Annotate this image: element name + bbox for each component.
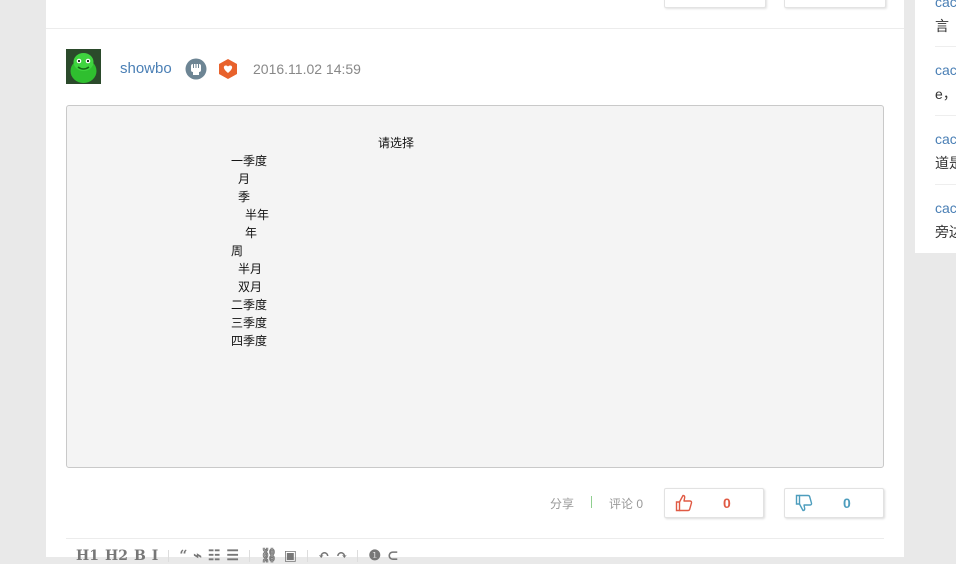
code-button[interactable]: ⌁ <box>193 548 201 564</box>
sidebar-panel: cac 言 cac e， cac 道是 cac 旁边 <box>915 0 956 253</box>
sidebar-item-link[interactable]: cac <box>935 62 956 78</box>
toolbar-separator <box>357 550 359 562</box>
upvote-count: 0 <box>723 495 731 511</box>
help-button[interactable]: ❶ <box>368 548 381 564</box>
divider <box>935 184 956 185</box>
code-line: 半年 <box>245 208 270 222</box>
avatar-image <box>66 49 101 84</box>
divider <box>66 538 884 539</box>
post-date: 2016.11.02 14:59 <box>253 61 361 77</box>
code-line: 双月 <box>238 280 263 294</box>
heading1-button[interactable]: H1 <box>76 548 99 564</box>
sidebar-item[interactable]: cac 旁边 <box>935 200 956 242</box>
ordered-list-button[interactable]: ☰ <box>226 548 239 564</box>
code-line: 一季度 <box>231 154 268 168</box>
previous-upvote-button[interactable] <box>664 0 766 8</box>
heading2-button[interactable]: H2 <box>105 548 128 564</box>
footer-separator <box>591 496 592 508</box>
share-link[interactable]: 分享 <box>550 495 574 512</box>
avatar[interactable] <box>66 49 101 84</box>
username-link[interactable]: showbo <box>120 60 172 77</box>
editor-toolbar: H1 H2 B I “ ⌁ ☷ ☰ ⛓ ▣ ↶ ↷ ❶ ⊂ <box>76 548 399 564</box>
code-line: 周 <box>231 244 244 258</box>
toolbar-separator <box>248 550 250 562</box>
sidebar-item[interactable]: cac 言 <box>935 0 956 36</box>
thumbs-down-icon <box>795 494 813 512</box>
code-line: 请选择 <box>378 136 415 150</box>
quote-button[interactable]: “ <box>179 548 187 564</box>
bold-button[interactable]: B <box>134 548 146 564</box>
heart-hand-badge-icon[interactable] <box>217 58 239 80</box>
answer-card: showbo 2016.11.02 14:59 请选择 一季度 月 季 半年 年… <box>46 0 904 564</box>
unordered-list-button[interactable]: ☷ <box>208 548 221 564</box>
toolbar-separator <box>306 550 308 562</box>
code-line: 三季度 <box>231 316 268 330</box>
redo-button[interactable]: ↷ <box>336 548 348 564</box>
sidebar-item-text: e， <box>935 86 956 102</box>
downvote-count: 0 <box>843 495 851 511</box>
sidebar-item-text: 道是 <box>935 155 956 171</box>
comments-link[interactable]: 评论 0 <box>609 495 643 512</box>
sidebar-item-text: 言 <box>935 18 949 34</box>
fullscreen-button[interactable]: ⊂ <box>387 548 399 564</box>
image-button[interactable]: ▣ <box>284 548 297 564</box>
sidebar-item-link[interactable]: cac <box>935 0 956 10</box>
upvote-button[interactable]: 0 <box>664 488 764 518</box>
sidebar-item-text: 旁边 <box>935 224 956 240</box>
downvote-button[interactable]: 0 <box>784 488 884 518</box>
sidebar-item-link[interactable]: cac <box>935 200 956 216</box>
code-line: 季 <box>238 190 251 204</box>
code-line: 年 <box>245 226 258 240</box>
previous-downvote-button[interactable] <box>784 0 886 8</box>
divider <box>935 115 956 116</box>
code-line: 二季度 <box>231 298 268 312</box>
toolbar-separator <box>168 550 170 562</box>
code-line: 月 <box>238 172 251 186</box>
sidebar-item-link[interactable]: cac <box>935 131 956 147</box>
undo-button[interactable]: ↶ <box>318 548 330 564</box>
code-line: 四季度 <box>231 334 268 348</box>
code-line: 半月 <box>238 262 263 276</box>
sidebar-item[interactable]: cac 道是 <box>935 131 956 173</box>
divider <box>46 28 904 29</box>
italic-button[interactable]: I <box>152 548 159 564</box>
divider <box>935 46 956 47</box>
thumbs-up-icon <box>675 494 693 512</box>
code-block: 请选择 一季度 月 季 半年 年 周 半月 双月 二季度 三季度 四季度 <box>66 105 884 468</box>
fist-badge-icon[interactable] <box>185 58 207 80</box>
link-button[interactable]: ⛓ <box>260 548 278 564</box>
sidebar-item[interactable]: cac e， <box>935 62 956 104</box>
